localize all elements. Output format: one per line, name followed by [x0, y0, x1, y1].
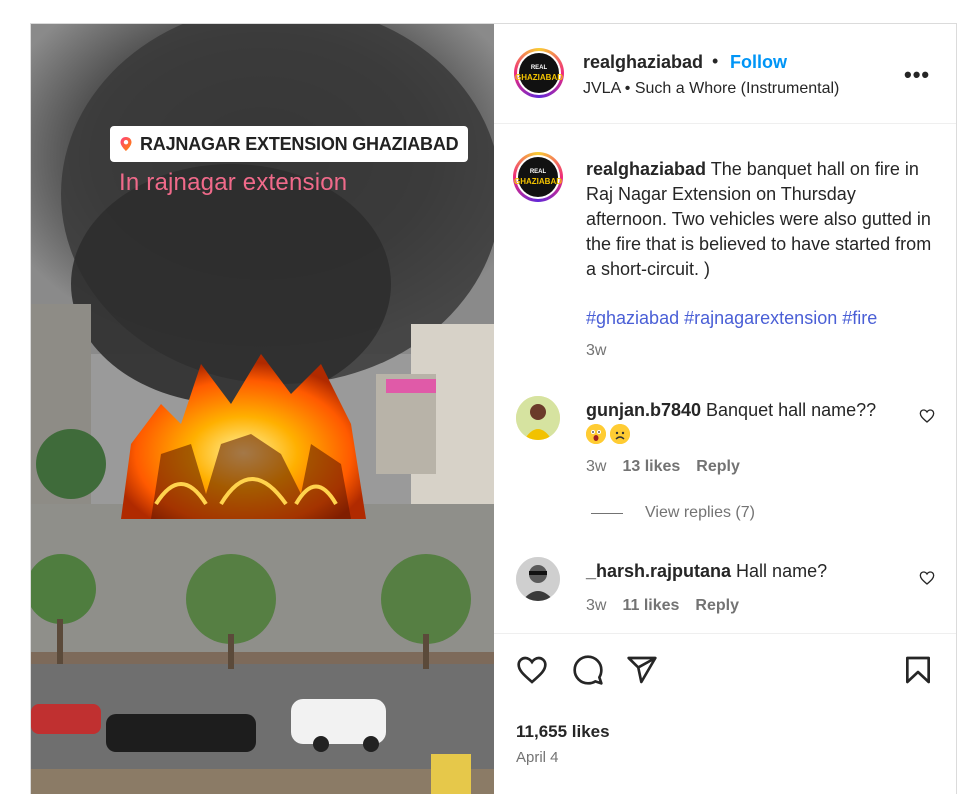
- hashtags: #ghaziabad #rajnagarextension #fire: [586, 308, 877, 329]
- reply-button[interactable]: Reply: [695, 597, 739, 615]
- video-subtitle: In rajnagar extension: [119, 169, 348, 196]
- hashtag-link[interactable]: #rajnagarextension: [684, 308, 837, 328]
- replies-divider-line: [591, 512, 623, 514]
- comment-username[interactable]: gunjan.b7840: [586, 400, 701, 420]
- post-caption: realghaziabad The banquet hall on fire i…: [586, 157, 938, 282]
- location-sticker-text: RAJNAGAR EXTENSION GHAZIABAD: [140, 133, 459, 154]
- post-side-panel: REAL GHAZIABAD realghaziabad • Follow JV…: [494, 24, 956, 794]
- post-date[interactable]: April 4: [516, 749, 559, 766]
- comment-timestamp[interactable]: 3w: [586, 458, 606, 476]
- comment-likes[interactable]: 11 likes: [622, 597, 679, 615]
- commenter-avatar[interactable]: [516, 557, 560, 601]
- comment-likes[interactable]: 13 likes: [622, 458, 680, 476]
- comment-meta: 3w 11 likes Reply: [586, 597, 739, 615]
- comment-text: Hall name?: [731, 561, 828, 581]
- user-photo-icon: [516, 396, 560, 440]
- like-comment-heart-icon[interactable]: [919, 570, 935, 586]
- like-comment-heart-icon[interactable]: [919, 408, 935, 424]
- comment-body: _harsh.rajputana Hall name?: [586, 559, 916, 584]
- comment-timestamp[interactable]: 3w: [586, 597, 606, 615]
- commenter-avatar[interactable]: [516, 396, 560, 440]
- post-likes-count[interactable]: 11,655 likes: [516, 722, 610, 742]
- comment-meta: 3w 13 likes Reply: [586, 458, 740, 476]
- comment-body: gunjan.b7840 Banquet hall name??: [586, 398, 916, 448]
- comment-bubble-icon[interactable]: [572, 654, 604, 686]
- scared-face-emoji-icon: [586, 424, 606, 444]
- view-replies-button[interactable]: View replies (7): [591, 504, 755, 522]
- like-heart-icon[interactable]: [516, 654, 548, 686]
- post-header: REAL GHAZIABAD realghaziabad • Follow JV…: [494, 24, 956, 124]
- real-ghaziabad-logo: REAL GHAZIABAD: [514, 157, 562, 197]
- audio-track-link[interactable]: JVLA • Such a Whore (Instrumental): [583, 80, 839, 98]
- worried-face-emoji-icon: [610, 424, 630, 444]
- post-video[interactable]: RAJNAGAR EXTENSION GHAZIABAD In rajnagar…: [31, 24, 494, 794]
- post-actions-bar: 11,655 likes April 4: [494, 633, 956, 795]
- real-ghaziabad-logo: REAL GHAZIABAD: [515, 53, 563, 93]
- follow-button[interactable]: Follow: [730, 52, 787, 73]
- comment-username[interactable]: _harsh.rajputana: [586, 561, 731, 581]
- save-bookmark-icon[interactable]: [902, 654, 934, 686]
- hashtag-link[interactable]: #fire: [842, 308, 877, 328]
- author-username[interactable]: realghaziabad: [583, 52, 703, 73]
- location-pin-icon: [120, 137, 132, 151]
- caption-timestamp[interactable]: 3w: [586, 342, 606, 360]
- share-send-icon[interactable]: [626, 654, 658, 686]
- user-photo-icon: [516, 557, 560, 601]
- more-options-icon[interactable]: •••: [904, 62, 930, 88]
- view-replies-label: View replies (7): [645, 504, 755, 521]
- caption-avatar[interactable]: REAL GHAZIABAD: [513, 152, 563, 202]
- caption-username[interactable]: realghaziabad: [586, 159, 706, 179]
- hashtag-link[interactable]: #ghaziabad: [586, 308, 679, 328]
- location-sticker: RAJNAGAR EXTENSION GHAZIABAD: [110, 126, 469, 162]
- reply-button[interactable]: Reply: [696, 458, 740, 476]
- comment-text: Banquet hall name??: [701, 400, 877, 420]
- separator-dot: •: [712, 51, 719, 71]
- author-avatar[interactable]: REAL GHAZIABAD: [514, 48, 564, 98]
- post-frame: RAJNAGAR EXTENSION GHAZIABAD In rajnagar…: [30, 23, 957, 794]
